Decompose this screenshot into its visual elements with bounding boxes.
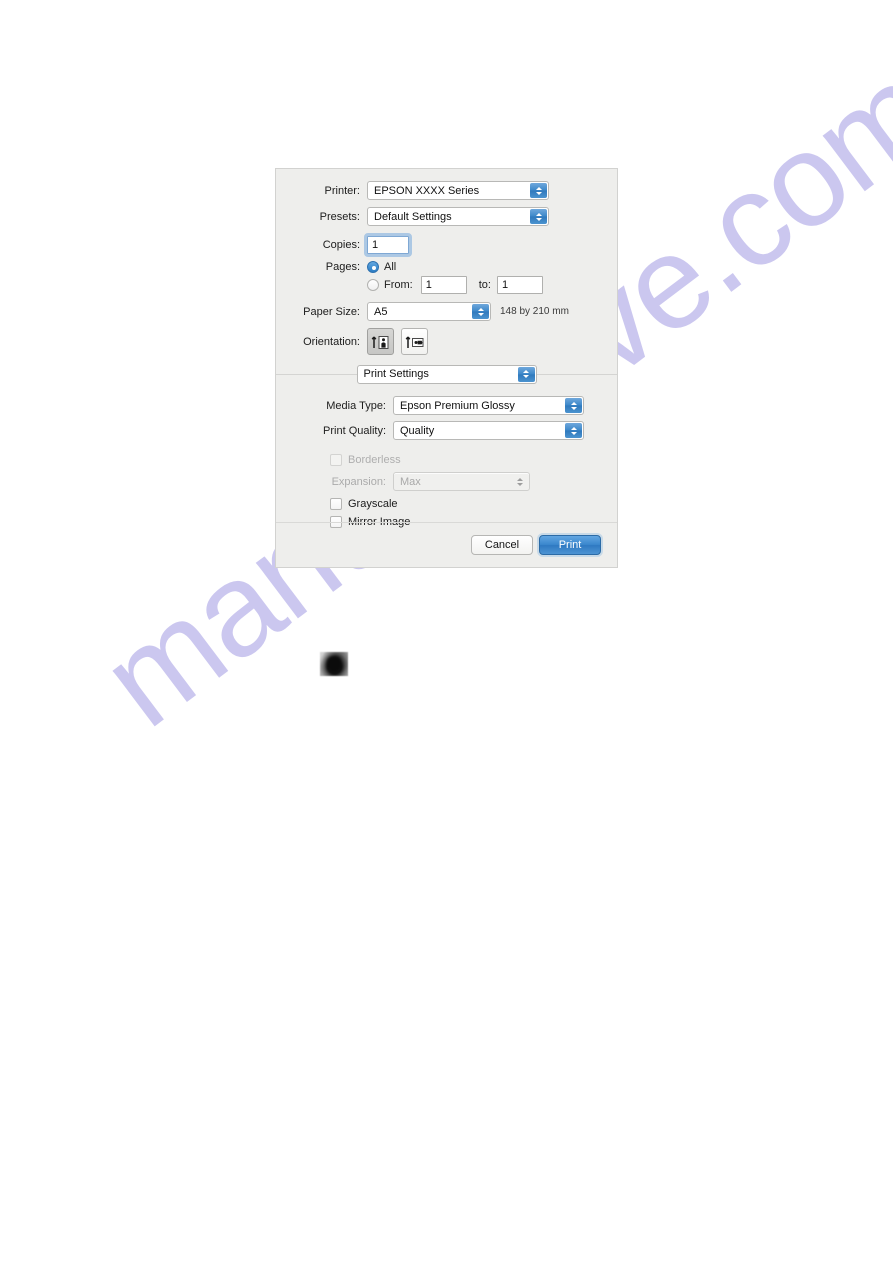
pages-all-radio[interactable] <box>367 261 379 273</box>
borderless-checkbox <box>330 454 342 466</box>
pages-to-value: 1 <box>501 279 509 291</box>
print-settings-pane: Media Type: Epson Premium Glossy Print Q… <box>276 396 617 528</box>
paper-size-row: Paper Size: A5 148 by 210 mm <box>294 302 599 321</box>
chevron-updown-icon[interactable] <box>565 398 582 413</box>
presets-row: Presets: Default Settings <box>294 207 599 226</box>
paper-size-dimensions: 148 by 210 mm <box>500 306 569 317</box>
paper-size-value: A5 <box>374 305 388 318</box>
orientation-portrait-button[interactable] <box>367 328 394 355</box>
orientation-label: Orientation: <box>303 335 360 348</box>
pages-to-input[interactable]: 1 <box>496 276 543 294</box>
copies-value: 1 <box>372 239 379 251</box>
pages-to-label: to: <box>478 279 491 291</box>
orientation-landscape-button[interactable] <box>401 328 428 355</box>
copies-row: Copies: 1 <box>294 233 599 257</box>
printer-value: EPSON XXXX Series <box>374 184 480 197</box>
printer-row: Printer: EPSON XXXX Series <box>294 181 599 200</box>
apple-logo-icon <box>320 652 348 676</box>
chevron-updown-icon[interactable] <box>530 183 547 198</box>
portrait-orientation-icon <box>371 335 388 349</box>
copies-label: Copies: <box>322 239 360 251</box>
pages-from-label: From: <box>384 279 413 291</box>
chevron-updown-icon[interactable] <box>565 423 582 438</box>
dialog-button-bar: Cancel Print <box>471 535 601 555</box>
pane-value: Print Settings <box>363 368 429 380</box>
grayscale-checkbox[interactable] <box>330 498 342 510</box>
pages-range-radio[interactable] <box>367 279 379 291</box>
copies-input[interactable]: 1 <box>364 233 412 257</box>
expansion-row: Expansion: Max <box>294 472 599 491</box>
orientation-row: Orientation: <box>294 328 599 355</box>
printer-label: Printer: <box>324 184 360 197</box>
print-quality-value: Quality <box>400 424 435 437</box>
pages-row-all: Pages: All <box>294 261 599 273</box>
grayscale-label: Grayscale <box>348 498 398 510</box>
print-quality-popup[interactable]: Quality <box>393 421 584 440</box>
pages-all-label: All <box>384 261 397 273</box>
printer-popup[interactable]: EPSON XXXX Series <box>367 181 549 200</box>
presets-value: Default Settings <box>374 210 452 223</box>
orientation-buttons <box>367 328 428 355</box>
grayscale-row: Grayscale <box>330 498 599 510</box>
footer-separator <box>276 522 617 523</box>
chevron-updown-icon <box>511 474 528 489</box>
paper-size-popup[interactable]: A5 <box>367 302 491 321</box>
presets-popup[interactable]: Default Settings <box>367 207 549 226</box>
pane-popup[interactable]: Print Settings <box>356 364 537 384</box>
print-quality-row: Print Quality: Quality <box>294 421 599 440</box>
expansion-popup: Max <box>393 472 530 491</box>
chevron-updown-icon[interactable] <box>530 209 547 224</box>
presets-label: Presets: <box>319 210 360 223</box>
borderless-row: Borderless <box>330 454 599 466</box>
print-dialog-main-fields: Printer: EPSON XXXX Series Presets: Defa… <box>276 169 617 355</box>
expansion-value: Max <box>400 475 421 488</box>
media-type-row: Media Type: Epson Premium Glossy <box>294 396 599 415</box>
media-type-popup[interactable]: Epson Premium Glossy <box>393 396 584 415</box>
pages-row-range: From: 1 to: 1 <box>294 276 599 294</box>
media-type-label: Media Type: <box>326 399 386 412</box>
pane-selector-row: Print Settings <box>276 364 617 384</box>
pages-from-input[interactable]: 1 <box>420 276 467 294</box>
pages-from-value: 1 <box>425 279 432 291</box>
chevron-updown-icon[interactable] <box>517 366 535 382</box>
print-dialog: Printer: EPSON XXXX Series Presets: Defa… <box>275 168 618 568</box>
landscape-orientation-icon <box>405 336 423 348</box>
cancel-button[interactable]: Cancel <box>471 535 533 555</box>
paper-size-label: Paper Size: <box>303 305 360 318</box>
borderless-label: Borderless <box>348 454 401 466</box>
expansion-label: Expansion: <box>331 475 386 488</box>
media-type-value: Epson Premium Glossy <box>400 399 515 412</box>
print-button[interactable]: Print <box>539 535 601 555</box>
pages-label: Pages: <box>325 261 360 273</box>
print-quality-label: Print Quality: <box>323 424 386 437</box>
chevron-updown-icon[interactable] <box>472 304 489 319</box>
